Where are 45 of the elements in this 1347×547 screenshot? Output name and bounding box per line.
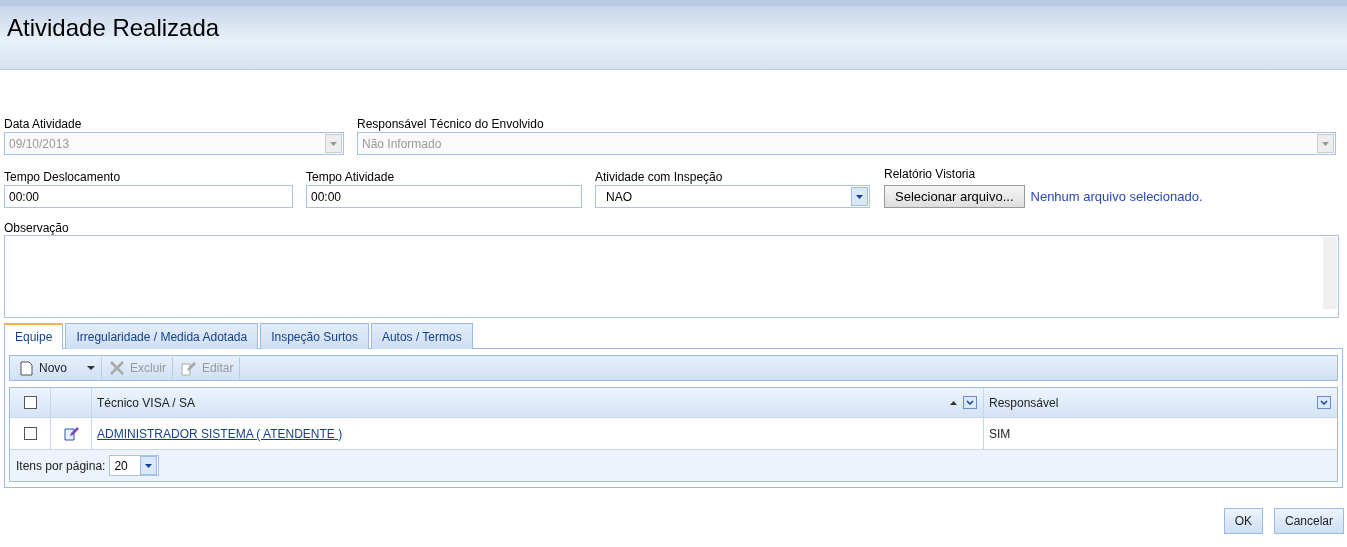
checkbox[interactable] <box>23 396 37 409</box>
tab[interactable]: Inspeção Surtos <box>260 323 369 349</box>
table-cell-text: SIM <box>989 425 1011 443</box>
column-menu-button[interactable] <box>963 396 977 409</box>
edit-icon[interactable] <box>63 426 79 441</box>
dropdown-button[interactable] <box>851 187 868 206</box>
pager-label: Itens por página: <box>16 457 106 475</box>
dropdown-button[interactable] <box>140 456 158 475</box>
close-icon <box>110 361 124 375</box>
column-header[interactable]: Responsável <box>984 388 1337 417</box>
caret-down-icon <box>856 194 863 199</box>
column-header[interactable]: Técnico VISA / SA <box>92 388 984 417</box>
scrollbar[interactable] <box>1323 237 1337 309</box>
caret-down-icon <box>145 463 153 468</box>
tab[interactable]: Equipe <box>4 323 64 349</box>
field-label: Tempo Atividade <box>306 169 396 185</box>
sort-ascending-icon <box>950 400 957 405</box>
chevron-down-icon <box>1320 400 1328 405</box>
file-status-text: Nenhum arquivo selecionado. <box>1030 187 1203 206</box>
input-field[interactable]: 00:00 <box>4 185 293 208</box>
document-icon <box>20 360 33 376</box>
field-label: Atividade com Inspeção <box>595 169 724 185</box>
tab[interactable]: Irregularidade / Medida Adotada <box>65 323 259 349</box>
column-menu-button[interactable] <box>1317 396 1331 409</box>
select-field[interactable]: NAO <box>595 185 870 208</box>
field-label: Tempo Deslocamento <box>4 169 122 185</box>
input-field[interactable]: 00:00 <box>306 185 582 208</box>
cancel-button[interactable]: Cancelar <box>1273 508 1344 534</box>
window-title: Atividade Realizada <box>7 14 220 41</box>
file-select-button[interactable]: Selecionar arquivo... <box>884 185 1025 208</box>
page-size-select[interactable]: 20 <box>109 455 160 476</box>
field-label: Responsável Técnico do Envolvido <box>357 116 545 132</box>
technician-link[interactable]: ADMINISTRADOR SISTEMA ( ATENDENTE ) <box>97 424 343 443</box>
chevron-down-icon <box>966 400 974 405</box>
ok-button[interactable]: OK <box>1223 508 1263 534</box>
field-label: Data Atividade <box>4 116 83 132</box>
field-label: Relatório Vistoria <box>884 166 977 182</box>
checkbox[interactable] <box>23 427 37 440</box>
tab[interactable]: Autos / Termos <box>370 323 473 349</box>
field-label: Observação <box>4 220 70 235</box>
caret-down-icon <box>330 141 337 146</box>
edit-icon <box>181 360 197 376</box>
toolbar-button[interactable]: Novo <box>14 357 102 379</box>
caret-down-icon <box>1322 141 1329 146</box>
caret-down-icon <box>87 366 95 370</box>
